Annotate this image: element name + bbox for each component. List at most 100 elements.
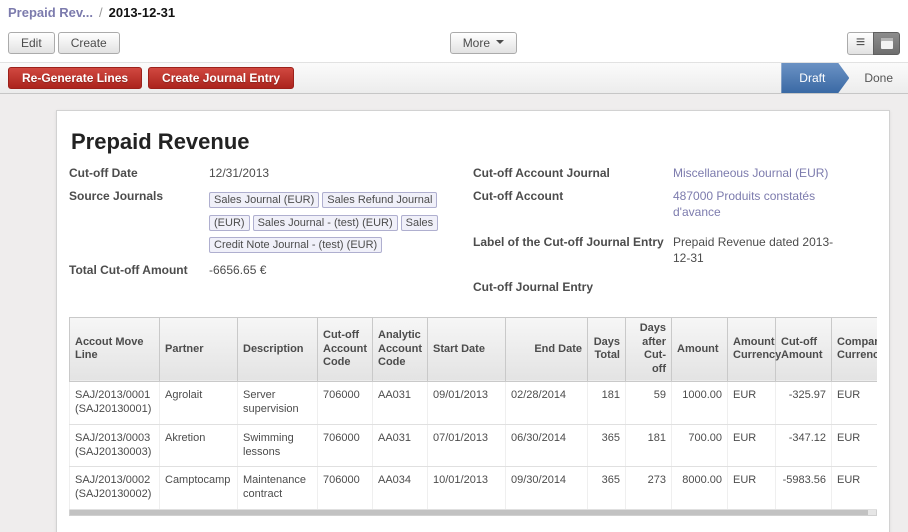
total-cutoff-amount-value: -6656.65 € (209, 262, 266, 278)
status-done: Done (849, 63, 908, 93)
list-view-button[interactable]: ≡ (847, 32, 874, 55)
status-draft: Draft (781, 63, 849, 93)
field-cutoff-account: Cut-off Account 487000 Produits constaté… (473, 188, 877, 220)
breadcrumb-current: 2013-12-31 (109, 5, 176, 20)
journal-entry-label-value: Prepaid Revenue dated 2013-12-31 (673, 234, 845, 266)
create-journal-entry-button[interactable]: Create Journal Entry (148, 67, 294, 89)
column-header[interactable]: Cut-off Account Code (318, 317, 373, 381)
table-body: SAJ/2013/0001 (SAJ20130001) Agrolait Ser… (70, 381, 878, 509)
page-title: Prepaid Revenue (71, 129, 877, 155)
cell-amount: 700.00 (672, 424, 728, 467)
field-cutoff-account-journal: Cut-off Account Journal Miscellaneous Jo… (473, 165, 877, 181)
cell-start-date: 07/01/2013 (428, 424, 506, 467)
cell-move-line: SAJ/2013/0002 (SAJ20130002) (70, 467, 160, 510)
table-row[interactable]: SAJ/2013/0002 (SAJ20130002) Camptocamp M… (70, 467, 878, 510)
cell-cutoff-account-code: 706000 (318, 467, 373, 510)
cell-amount: 8000.00 (672, 467, 728, 510)
cutoff-account-journal-label: Cut-off Account Journal (473, 165, 673, 180)
cutoff-lines-table: Accout Move LinePartnerDescriptionCut-of… (69, 317, 877, 516)
field-journal-entry-label: Label of the Cut-off Journal Entry Prepa… (473, 234, 877, 266)
table-header-row: Accout Move LinePartnerDescriptionCut-of… (70, 317, 878, 381)
toolbar: Edit Create More ≡ (0, 24, 908, 62)
column-header[interactable]: Partner (160, 317, 238, 381)
cell-amount-currency: EUR (728, 381, 776, 424)
content-area: Prepaid Revenue Cut-off Date 12/31/2013 … (0, 94, 908, 532)
cell-amount-currency: EUR (728, 424, 776, 467)
statusbar: Draft Done (781, 63, 908, 93)
action-bar: Re-Generate Lines Create Journal Entry D… (0, 62, 908, 94)
view-switcher: ≡ (847, 32, 900, 55)
cell-end-date: 09/30/2014 (506, 467, 588, 510)
toolbar-center: More (120, 32, 847, 54)
cutoff-date-label: Cut-off Date (69, 165, 209, 180)
cell-cutoff-account-code: 706000 (318, 424, 373, 467)
field-cutoff-journal-entry: Cut-off Journal Entry (473, 279, 877, 294)
cell-amount: 1000.00 (672, 381, 728, 424)
cell-analytic-account-code: AA031 (373, 424, 428, 467)
column-header[interactable]: Company Currency (832, 317, 878, 381)
column-header[interactable]: Amount Currency (728, 317, 776, 381)
fields-left-column: Cut-off Date 12/31/2013 Source Journals … (69, 165, 473, 301)
column-header[interactable]: Cut-off Amount (776, 317, 832, 381)
scrollbar-thumb[interactable] (70, 510, 868, 515)
field-cutoff-date: Cut-off Date 12/31/2013 (69, 165, 473, 181)
cutoff-account-journal-value[interactable]: Miscellaneous Journal (EUR) (673, 165, 828, 181)
journal-entry-label-label: Label of the Cut-off Journal Entry (473, 234, 673, 249)
record-buttons: Edit Create (8, 32, 120, 54)
create-button[interactable]: Create (58, 32, 120, 54)
field-source-journals: Source Journals Sales Journal (EUR) Sales… (69, 188, 473, 255)
cell-days-after-cutoff: 273 (626, 467, 672, 510)
cell-cutoff-amount: -347.12 (776, 424, 832, 467)
regenerate-lines-button[interactable]: Re-Generate Lines (8, 67, 142, 89)
column-header[interactable]: Days after Cut-off (626, 317, 672, 381)
cell-days-after-cutoff: 59 (626, 381, 672, 424)
journal-tag: Sales Journal - (test) (EUR) (253, 215, 398, 231)
source-journals-label: Source Journals (69, 188, 209, 203)
breadcrumb-separator: / (99, 5, 103, 20)
form-view-icon (881, 38, 893, 49)
journal-tag: Sales Journal (EUR) (209, 192, 319, 208)
cell-start-date: 10/01/2013 (428, 467, 506, 510)
form-view-button[interactable] (873, 32, 900, 55)
column-header[interactable]: Start Date (428, 317, 506, 381)
breadcrumb-parent-link[interactable]: Prepaid Rev... (8, 5, 93, 20)
cell-end-date: 06/30/2014 (506, 424, 588, 467)
cell-start-date: 09/01/2013 (428, 381, 506, 424)
cell-company-currency: EUR (832, 424, 878, 467)
cell-company-currency: EUR (832, 381, 878, 424)
caret-down-icon (496, 40, 504, 48)
cell-end-date: 02/28/2014 (506, 381, 588, 424)
field-total-cutoff-amount: Total Cut-off Amount -6656.65 € (69, 262, 473, 278)
cell-analytic-account-code: AA031 (373, 381, 428, 424)
cell-company-currency: EUR (832, 467, 878, 510)
cell-days-total: 181 (588, 381, 626, 424)
cell-days-total: 365 (588, 467, 626, 510)
field-section: Cut-off Date 12/31/2013 Source Journals … (69, 165, 877, 301)
cell-description: Maintenance contract (238, 467, 318, 510)
total-cutoff-amount-label: Total Cut-off Amount (69, 262, 209, 277)
cell-cutoff-amount: -325.97 (776, 381, 832, 424)
cell-partner: Agrolait (160, 381, 238, 424)
column-header[interactable]: End Date (506, 317, 588, 381)
more-button[interactable]: More (450, 32, 517, 54)
cell-partner: Akretion (160, 424, 238, 467)
more-button-label: More (463, 36, 490, 50)
cutoff-account-label: Cut-off Account (473, 188, 673, 203)
table-row[interactable]: SAJ/2013/0001 (SAJ20130001) Agrolait Ser… (70, 381, 878, 424)
form-sheet: Prepaid Revenue Cut-off Date 12/31/2013 … (56, 110, 890, 532)
column-header[interactable]: Days Total (588, 317, 626, 381)
horizontal-scrollbar[interactable] (69, 510, 877, 516)
cell-partner: Camptocamp (160, 467, 238, 510)
cell-days-after-cutoff: 181 (626, 424, 672, 467)
workflow-buttons: Re-Generate Lines Create Journal Entry (8, 63, 294, 93)
column-header[interactable]: Amount (672, 317, 728, 381)
edit-button[interactable]: Edit (8, 32, 55, 54)
cutoff-journal-entry-label: Cut-off Journal Entry (473, 279, 673, 294)
breadcrumb: Prepaid Rev... / 2013-12-31 (0, 0, 908, 24)
list-view-icon: ≡ (856, 35, 865, 51)
cutoff-account-value[interactable]: 487000 Produits constatés d'avance (673, 188, 845, 220)
column-header[interactable]: Analytic Account Code (373, 317, 428, 381)
column-header[interactable]: Accout Move Line (70, 317, 160, 381)
table-row[interactable]: SAJ/2013/0003 (SAJ20130003) Akretion Swi… (70, 424, 878, 467)
column-header[interactable]: Description (238, 317, 318, 381)
